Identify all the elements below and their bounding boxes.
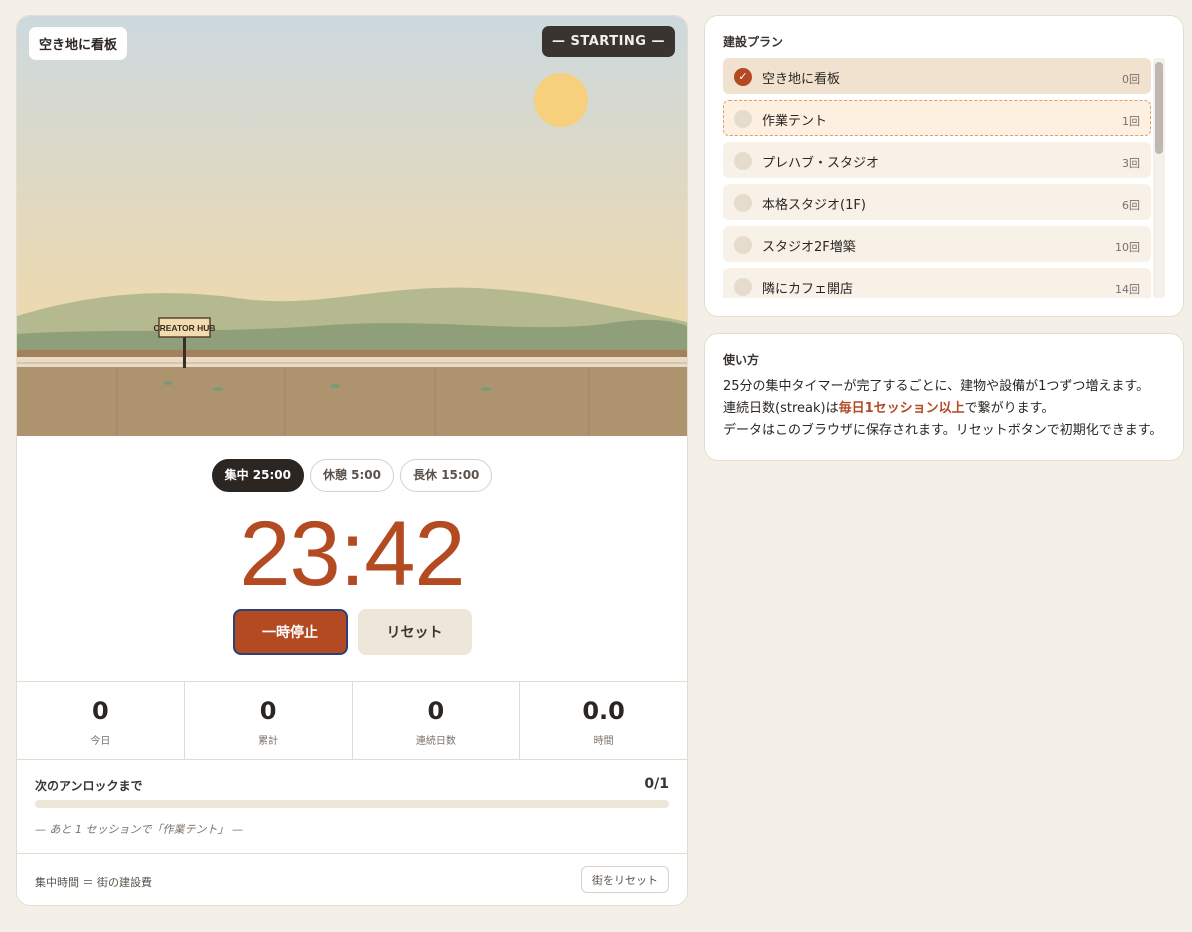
howto-line: 連続日数(streak)は毎日1セッション以上で繋がります。 [723, 398, 1162, 420]
stat-value: 0 [92, 697, 109, 725]
footer-note: 集中時間 ＝ 街の建設費 [35, 876, 152, 889]
sign-text: CREATOR HUB [153, 323, 215, 333]
plan-item: 隣にカフェ開店 14回 [723, 268, 1151, 298]
plan-list[interactable]: ✓ 空き地に看板 0回 作業テント 1回 プレハブ・スタジオ 3回 本格スタジオ… [723, 58, 1151, 298]
plan-item-name: スタジオ2F増築 [762, 240, 856, 255]
stat-value: 0 [259, 697, 277, 725]
timer-controls: 一時停止 リセット [17, 609, 687, 655]
howto-text: 25分の集中タイマーが完了するごとに、建物や設備が1つずつ増えます。 連続日数(… [723, 376, 1162, 442]
circle-icon [734, 278, 752, 296]
plan-item-name: 空き地に看板 [762, 72, 841, 87]
circle-icon [734, 194, 752, 212]
plan-item: ✓ 空き地に看板 0回 [723, 58, 1151, 94]
plan-item-name: 本格スタジオ(1F) [762, 198, 866, 213]
stats-row: 0 今日 0 累計 0 連続日数 0.0 時間 [17, 681, 687, 760]
plan-item: 本格スタジオ(1F) 6回 [723, 184, 1151, 220]
stat-today: 0 今日 [17, 682, 185, 759]
howto-line: 25分の集中タイマーが完了するごとに、建物や設備が1つずつ増えます。 [723, 379, 1150, 394]
plan-item-cost: 1回 [1122, 115, 1140, 128]
build-plan-card: 建設プラン ✓ 空き地に看板 0回 作業テント 1回 プレハブ・スタジオ 3回 … [704, 15, 1184, 317]
plan-item-name: 隣にカフェ開店 [762, 282, 854, 297]
grass-tuft [213, 387, 223, 391]
road-edge [17, 350, 687, 357]
circle-icon [734, 110, 752, 128]
mode-selector: 集中 25:00 休憩 5:00 長休 15:00 [17, 459, 687, 492]
status-badge: — STARTING — [541, 26, 675, 57]
progress-hint: — あと 1 セッションで「作業テント」 — [35, 823, 243, 836]
howto-line: データはこのブラウザに保存されます。リセットボタンで初期化できます。 [723, 423, 1163, 438]
mode-break-button[interactable]: 休憩 5:00 [309, 459, 395, 492]
howto-card: 使い方 25分の集中タイマーが完了するごとに、建物や設備が1つずつ増えます。 連… [704, 333, 1184, 461]
howto-emphasis: 毎日1セッション以上 [838, 401, 965, 416]
plan-scrollbar[interactable] [1153, 58, 1165, 298]
mode-long-break-button[interactable]: 長休 15:00 [400, 459, 493, 492]
progress-title: 次のアンロックまで [35, 779, 143, 793]
pause-button[interactable]: 一時停止 [232, 609, 348, 655]
plan-item-name: プレハブ・スタジオ [762, 156, 880, 171]
plan-item-cost: 14回 [1115, 283, 1140, 296]
circle-icon [734, 236, 752, 254]
plan-item: プレハブ・スタジオ 3回 [723, 142, 1151, 178]
reset-button[interactable]: リセット [357, 609, 472, 655]
grass-tuft [330, 384, 340, 388]
howto-title: 使い方 [723, 353, 760, 367]
stat-total: 0 累計 [185, 682, 353, 759]
progress-bar [35, 800, 669, 808]
plan-item-cost: 0回 [1122, 73, 1140, 86]
stat-value: 0 [427, 697, 445, 725]
scrollbar-thumb[interactable] [1155, 62, 1163, 154]
plan-item: 作業テント 1回 [723, 100, 1151, 136]
mode-focus-button[interactable]: 集中 25:00 [211, 459, 304, 492]
sun [534, 73, 588, 127]
plan-item-cost: 3回 [1122, 157, 1140, 170]
progress-count: 0/1 [644, 776, 669, 792]
stat-value: 0.0 [582, 697, 625, 725]
stat-streak: 0 連続日数 [353, 682, 521, 759]
grass-tuft [481, 387, 491, 391]
stage-label: 空き地に看板 [29, 27, 128, 60]
city-scene: CREATOR HUB 空き地に看板 — STARTING — [17, 16, 687, 436]
plan-item-cost: 6回 [1122, 199, 1140, 212]
stat-label: 連続日数 [415, 736, 456, 747]
stat-label: 時間 [593, 736, 614, 747]
stat-label: 今日 [90, 736, 111, 747]
plan-item-cost: 10回 [1115, 241, 1140, 254]
plan-item-name: 作業テント [762, 114, 828, 129]
check-icon: ✓ [734, 68, 752, 86]
timer-display: 23:42 [239, 503, 465, 605]
scene-illustration: CREATOR HUB [17, 16, 687, 436]
stat-label: 累計 [258, 736, 279, 747]
reset-city-button[interactable]: 街をリセット [581, 866, 669, 893]
timer-card: CREATOR HUB 空き地に看板 — STARTING — 集中 25:00… [16, 15, 688, 906]
plan-title: 建設プラン [723, 35, 784, 49]
howto-text-part: で繋がります。 [964, 401, 1055, 416]
unlock-progress: 次のアンロックまで 0/1 — あと 1 セッションで「作業テント」 — [17, 760, 687, 854]
stat-hours: 0.0 時間 [520, 682, 687, 759]
grass-tuft [163, 381, 173, 385]
howto-text-part: 連続日数(streak)は [723, 401, 839, 416]
plan-item: スタジオ2F増築 10回 [723, 226, 1151, 262]
circle-icon [734, 152, 752, 170]
